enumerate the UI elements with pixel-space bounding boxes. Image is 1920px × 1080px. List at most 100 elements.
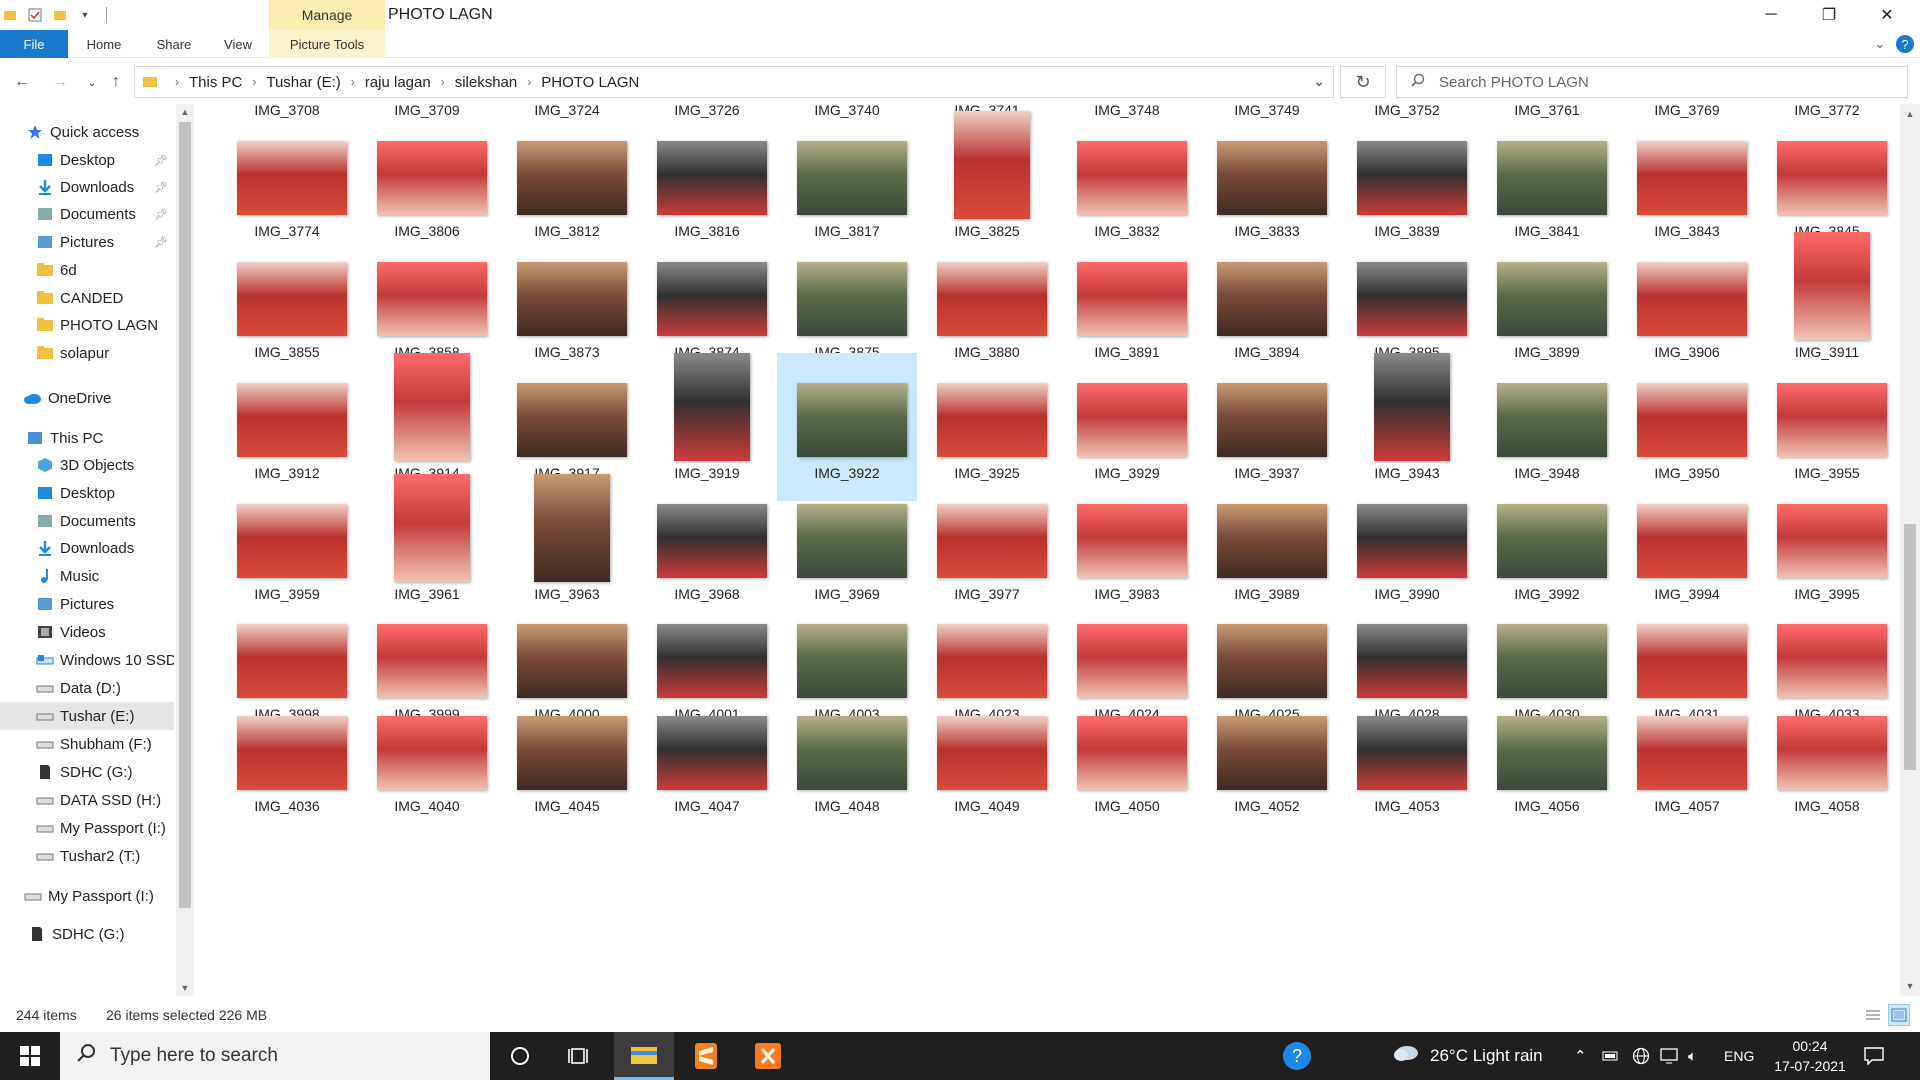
close-button[interactable]: ✕ <box>1858 0 1916 30</box>
nav-item[interactable]: Music <box>0 562 174 590</box>
nav-item[interactable]: Downloads <box>0 534 174 562</box>
nav-item[interactable]: This PC <box>0 424 174 452</box>
nav-pane-scrollbar[interactable]: ▲ ▼ <box>176 104 194 996</box>
nav-item[interactable]: Quick access <box>0 118 174 146</box>
address-dropdown-chevron-icon[interactable]: ⌄ <box>1313 73 1325 90</box>
ribbon-expand-chevron-icon[interactable]: ⌄ <box>1870 30 1890 58</box>
tab-view[interactable]: View <box>212 30 264 58</box>
notifications-icon[interactable] <box>1864 1032 1884 1080</box>
tab-file[interactable]: File <box>0 30 68 58</box>
nav-item[interactable]: Downloads 📌︎ <box>0 173 174 201</box>
customize-dropdown-icon[interactable]: ▾ <box>77 7 93 23</box>
tab-picture-tools[interactable]: Picture Tools <box>269 30 385 58</box>
breadcrumb-chevron-icon[interactable]: › <box>527 75 531 89</box>
nav-item[interactable]: My Passport (I:) <box>0 814 174 842</box>
xampp-icon[interactable] <box>738 1032 798 1080</box>
file-item[interactable]: IMG_4036 <box>217 686 357 834</box>
breadcrumb-photo-lagn[interactable]: PHOTO LAGN <box>541 74 639 91</box>
nav-item[interactable]: CANDED <box>0 284 174 312</box>
restore-button[interactable]: ❐ <box>1800 0 1858 30</box>
nav-item[interactable]: 3D Objects <box>0 451 174 479</box>
taskbar-clock[interactable]: 00:24 17-07-2021 <box>1772 1036 1848 1076</box>
search-box[interactable]: Search PHOTO LAGN <box>1396 66 1908 98</box>
file-explorer-taskbar-icon[interactable] <box>614 1032 674 1080</box>
nav-item[interactable]: DATA SSD (H:) <box>0 786 174 814</box>
nav-item[interactable]: Windows 10 SSD <box>0 646 174 674</box>
properties-icon[interactable] <box>27 7 43 23</box>
new-folder-icon[interactable] <box>52 7 68 23</box>
forward-arrow-icon[interactable]: → <box>50 72 70 92</box>
minimize-button[interactable]: ─ <box>1742 0 1800 30</box>
breadcrumb-chevron-icon[interactable]: › <box>252 75 256 89</box>
windows-start-icon[interactable] <box>0 1032 60 1080</box>
display-projection-icon[interactable] <box>1660 1032 1678 1080</box>
language-indicator[interactable]: ENG <box>1724 1032 1754 1080</box>
nav-item[interactable]: OneDrive <box>0 384 174 412</box>
nav-scrollbar-thumb[interactable] <box>179 122 191 908</box>
task-view-icon[interactable] <box>550 1032 610 1080</box>
tab-home[interactable]: Home <box>76 30 132 58</box>
taskbar-search-box[interactable]: Type here to search <box>60 1032 490 1080</box>
breadcrumb-chevron-icon[interactable]: › <box>175 75 179 89</box>
nav-item[interactable]: Tushar (E:) <box>0 702 174 730</box>
details-view-icon[interactable] <box>1862 1004 1884 1026</box>
help-tray-icon[interactable]: ? <box>1282 1032 1312 1080</box>
manage-context-tab[interactable]: Manage <box>269 0 385 30</box>
weather-widget[interactable]: 26°C Light rain <box>1392 1032 1543 1080</box>
nav-item[interactable]: Shubham (F:) <box>0 730 174 758</box>
nav-item[interactable]: Data (D:) <box>0 674 174 702</box>
file-item[interactable]: IMG_4057 <box>1617 686 1757 834</box>
tab-share[interactable]: Share <box>146 30 202 58</box>
content-scrollbar-thumb[interactable] <box>1904 524 1916 770</box>
breadcrumb-silekshan[interactable]: silekshan <box>455 74 518 91</box>
pin-icon[interactable]: 📌︎ <box>154 236 168 249</box>
scroll-down-arrow-icon[interactable]: ▼ <box>176 980 194 996</box>
breadcrumb-chevron-icon[interactable]: › <box>441 75 445 89</box>
show-hidden-icons-chevron-icon[interactable]: ⌃ <box>1574 1032 1587 1080</box>
nav-item[interactable]: SDHC (G:) <box>0 920 174 948</box>
cortana-circle-icon[interactable] <box>490 1032 550 1080</box>
content-scrollbar[interactable]: ▲ ▼ <box>1900 104 1920 996</box>
nav-item[interactable]: SDHC (G:) <box>0 758 174 786</box>
nav-item[interactable]: Pictures 📌︎ <box>0 228 174 256</box>
battery-icon[interactable] <box>1602 1032 1620 1080</box>
network-globe-icon[interactable] <box>1632 1032 1650 1080</box>
scroll-down-arrow-icon[interactable]: ▼ <box>1900 978 1920 994</box>
nav-item[interactable]: Desktop <box>0 479 174 507</box>
nav-item[interactable]: My Passport (I:) <box>0 882 174 910</box>
file-item[interactable]: IMG_4052 <box>1197 686 1337 834</box>
file-item[interactable]: IMG_4040 <box>357 686 497 834</box>
volume-speaker-icon[interactable]: 🔈︎ <box>1688 1032 1697 1080</box>
nav-item[interactable]: Documents 📌︎ <box>0 200 174 228</box>
breadcrumb-tushar-e[interactable]: Tushar (E:) <box>266 74 340 91</box>
help-icon[interactable]: ? <box>1894 30 1916 58</box>
nav-item[interactable]: solapur <box>0 339 174 367</box>
pin-icon[interactable]: 📌︎ <box>154 154 168 167</box>
file-item[interactable]: IMG_4045 <box>497 686 637 834</box>
nav-item[interactable]: Videos <box>0 618 174 646</box>
file-item[interactable]: IMG_4048 <box>777 686 917 834</box>
nav-item[interactable]: Pictures <box>0 590 174 618</box>
nav-item[interactable]: 6d <box>0 256 174 284</box>
recent-locations-chevron-icon[interactable]: ⌄ <box>82 72 102 92</box>
sublime-text-icon[interactable] <box>676 1032 736 1080</box>
pin-icon[interactable]: 📌︎ <box>154 208 168 221</box>
pin-icon[interactable]: 📌︎ <box>154 181 168 194</box>
nav-item[interactable]: Desktop 📌︎ <box>0 146 174 174</box>
scroll-up-arrow-icon[interactable]: ▲ <box>1900 106 1920 122</box>
scroll-up-arrow-icon[interactable]: ▲ <box>176 104 194 120</box>
file-item[interactable]: IMG_4056 <box>1477 686 1617 834</box>
breadcrumb-this-pc[interactable]: This PC <box>189 74 242 91</box>
nav-item[interactable]: Documents <box>0 507 174 535</box>
file-item[interactable]: IMG_4050 <box>1057 686 1197 834</box>
file-item[interactable]: IMG_4058 <box>1757 686 1897 834</box>
file-item[interactable]: IMG_4053 <box>1337 686 1477 834</box>
back-arrow-icon[interactable]: ← <box>12 72 32 92</box>
breadcrumb-raju-lagan[interactable]: raju lagan <box>365 74 431 91</box>
nav-item[interactable]: Tushar2 (T:) <box>0 842 174 870</box>
refresh-icon[interactable]: ↻ <box>1340 66 1386 98</box>
breadcrumb-chevron-icon[interactable]: › <box>351 75 355 89</box>
address-bar[interactable]: › This PC › Tushar (E:) › raju lagan › s… <box>134 66 1334 98</box>
file-item[interactable]: IMG_4049 <box>917 686 1057 834</box>
file-item[interactable]: IMG_4047 <box>637 686 777 834</box>
